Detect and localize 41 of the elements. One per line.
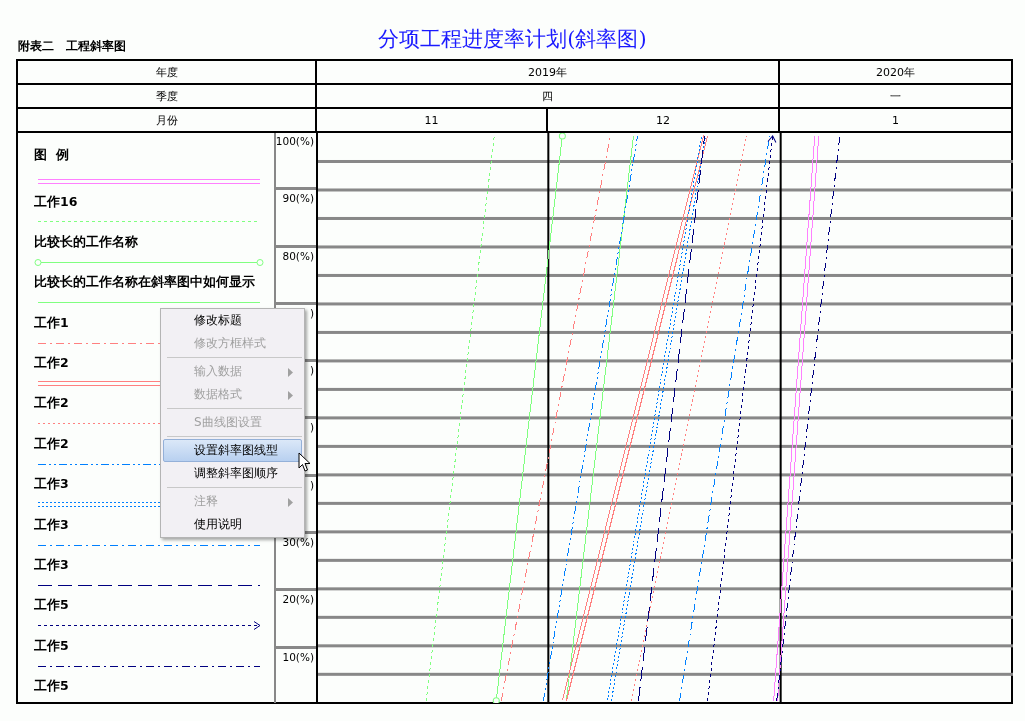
mouse-pointer-icon <box>298 452 311 473</box>
table-caption: 附表二 工程斜率图 <box>18 38 126 55</box>
axis-tick-label: ) <box>309 477 315 491</box>
axis-tick-label: ) <box>309 305 315 319</box>
header-cell: 2019年 <box>317 61 780 85</box>
legend-label: 比较长的工作名称在斜率图中如何显示 <box>34 274 255 292</box>
header-cell: 月份 <box>18 109 317 133</box>
menu-item[interactable]: 使用说明 <box>163 513 302 536</box>
legend-label: 工作2 <box>34 395 69 413</box>
header-cell: 年度 <box>18 61 317 85</box>
header-cell: 2020年 <box>780 61 1011 85</box>
legend-label: 工作1 <box>34 314 69 332</box>
legend-label: 工作16 <box>34 193 78 211</box>
menu-item[interactable]: 修改标题 <box>163 309 302 332</box>
chart-title: 分项工程进度率计划(斜率图) <box>378 26 647 53</box>
legend-label: 工作5 <box>34 637 69 655</box>
legend-label: 工作5 <box>34 678 69 696</box>
legend-label: 工作5 <box>34 597 69 615</box>
legend-label: 比较长的工作名称 <box>34 233 138 251</box>
header-cell: 季度 <box>18 85 317 109</box>
axis-tick-label: 100(%) <box>275 134 315 147</box>
axis-tick-label: 30(%) <box>282 534 315 548</box>
legend-label: 工作3 <box>34 516 69 534</box>
legend-label: 工作2 <box>34 355 69 373</box>
axis-tick-label: 20(%) <box>282 592 315 606</box>
header-cell: 四 <box>317 85 780 109</box>
axis-tick-label: 80(%) <box>282 248 315 262</box>
menu-item[interactable]: 调整斜率图顺序 <box>163 462 302 485</box>
axis-tick-label: ) <box>309 420 315 434</box>
legend-heading: 图 例 <box>34 146 71 164</box>
header-cell: 一 <box>780 85 1011 109</box>
axis-tick-label: 10(%) <box>282 649 315 663</box>
axis-tick-label: 90(%) <box>282 191 315 205</box>
header-cell: 11 <box>317 109 548 133</box>
menu-item[interactable]: 设置斜率图线型 <box>163 439 302 462</box>
legend-label: 工作3 <box>34 557 69 574</box>
legend-label: 工作3 <box>34 476 69 494</box>
header-cell: 12 <box>548 109 780 133</box>
header-cell: 1 <box>780 109 1011 133</box>
axis-tick-label: ) <box>309 363 315 377</box>
legend-label: 工作2 <box>34 435 69 453</box>
